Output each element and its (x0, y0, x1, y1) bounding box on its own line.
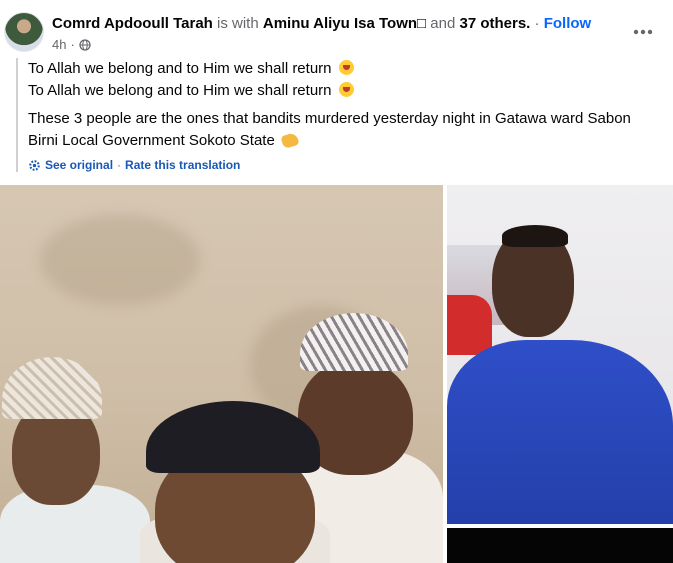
text-line-2: To Allah we belong and to Him we shall r… (28, 80, 656, 102)
see-original-link[interactable]: See original (45, 158, 113, 172)
text-line-1: To Allah we belong and to Him we shall r… (28, 58, 656, 80)
separator-dot: · (534, 15, 540, 32)
background-red-panel (447, 295, 492, 355)
post-photo-single[interactable] (447, 185, 673, 524)
crying-face-emoji-icon (338, 60, 354, 75)
text-line-2-content: To Allah we belong and to Him we shall r… (28, 82, 332, 99)
and-text: and (430, 15, 456, 32)
with-text: is with (217, 15, 259, 32)
photo-bottom-strip (447, 528, 673, 563)
rate-translation-link[interactable]: Rate this translation (125, 158, 240, 172)
person-hair (502, 225, 568, 247)
text-line-3: These 3 people are the ones that bandits… (28, 108, 656, 152)
crying-face-emoji-icon (338, 82, 354, 97)
author-name[interactable]: Comrd Apdooull Tarah (52, 15, 213, 32)
translated-post-text: To Allah we belong and to Him we shall r… (16, 58, 656, 172)
translation-links: See original · Rate this translation (28, 158, 656, 172)
pointing-hand-emoji-icon (280, 131, 300, 150)
author-line: Comrd Apdooull Tarah is with Aminu Aliyu… (52, 15, 591, 32)
post-header: Comrd Apdooull Tarah is with Aminu Aliyu… (0, 0, 673, 56)
post-time[interactable]: 4h (52, 37, 66, 52)
author-avatar[interactable] (4, 12, 44, 52)
tagged-person-link[interactable]: Aminu Aliyu Isa Town□ (263, 15, 426, 32)
follow-button[interactable]: Follow (544, 15, 592, 32)
text-line-3-content: These 3 people are the ones that bandits… (28, 110, 631, 149)
person-jersey (447, 340, 673, 524)
wall-texture (40, 215, 200, 305)
post-photo-group[interactable] (0, 185, 443, 563)
meta-separator: · (70, 37, 75, 52)
others-link[interactable]: 37 others. (459, 15, 530, 32)
globe-icon (79, 38, 91, 51)
more-horizontal-icon[interactable] (629, 22, 657, 42)
post-meta: 4h · (52, 37, 91, 52)
text-line-1-content: To Allah we belong and to Him we shall r… (28, 60, 332, 77)
links-separator: · (117, 158, 122, 172)
gear-icon[interactable] (28, 159, 41, 172)
person-left-cap (2, 357, 102, 419)
